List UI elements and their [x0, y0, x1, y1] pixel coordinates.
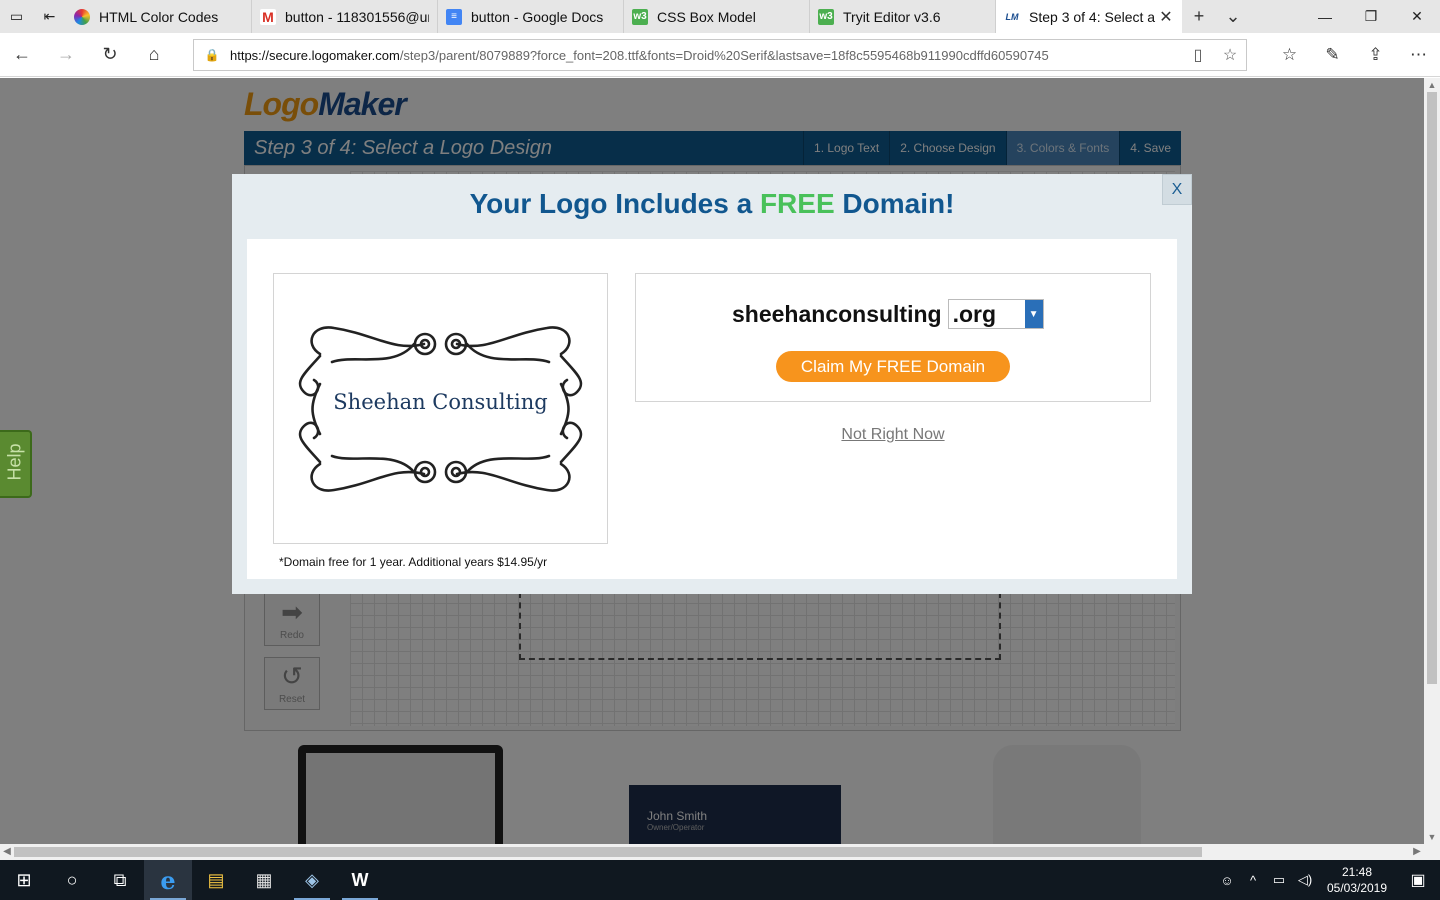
title-part2: Domain! — [834, 188, 955, 219]
forward-button[interactable]: → — [44, 33, 88, 77]
favorites-hub-icon[interactable]: ☆ — [1268, 45, 1311, 65]
volume-icon[interactable]: ◁) — [1292, 872, 1318, 888]
not-right-now-link[interactable]: Not Right Now — [635, 426, 1151, 444]
tab-gmail[interactable]: M button - 118301556@um — [252, 0, 438, 33]
close-window-button[interactable]: ✕ — [1394, 0, 1440, 33]
tld-selected-value: .org — [952, 300, 997, 327]
tab-google-docs[interactable]: ≡ button - Google Docs — [438, 0, 624, 33]
gmail-icon: M — [260, 8, 276, 25]
modal-title: Your Logo Includes a FREE Domain! — [232, 188, 1192, 220]
title-part1: Your Logo Includes a — [469, 188, 760, 219]
windows-taskbar: ⊞ ○ ⧉ e ▤ ▦ ◈ W ☺ ^ ▭ ◁) 21:48 05/03/201… — [0, 860, 1440, 900]
back-button[interactable]: ← — [0, 33, 44, 77]
vertical-scroll-thumb[interactable] — [1427, 92, 1437, 684]
store-icon[interactable]: ▦ — [240, 860, 288, 900]
help-tab[interactable]: Help — [0, 430, 32, 498]
w3schools-icon: w3 — [818, 8, 834, 25]
domain-claim-box: sheehanconsulting .org ▼ Claim My FREE D… — [635, 273, 1151, 402]
edge-icon[interactable]: e — [144, 860, 192, 900]
3d-app-icon[interactable]: ◈ — [288, 860, 336, 900]
browser-toolbar: ← → ↻ ⌂ 🔒 https://secure.logomaker.com/s… — [0, 33, 1440, 77]
notification-center-icon[interactable]: ▣ — [1396, 870, 1440, 890]
tab-list-chevron-icon[interactable]: ⌄ — [1216, 6, 1250, 27]
task-view-icon[interactable]: ⧉ — [96, 860, 144, 900]
free-domain-modal: X Your Logo Includes a FREE Domain! Shee… — [232, 174, 1192, 594]
minimize-button[interactable]: — — [1302, 0, 1348, 33]
start-button[interactable]: ⊞ — [0, 860, 48, 900]
tld-select[interactable]: .org ▼ — [947, 299, 1044, 329]
url-path: /step3/parent/8079889?force_font=208.ttf… — [399, 47, 1049, 63]
logo-preview: Sheehan Consulting — [273, 273, 608, 544]
tab-css-box-model[interactable]: w3 CSS Box Model — [624, 0, 810, 33]
tab-label: HTML Color Codes — [99, 8, 219, 25]
address-bar[interactable]: 🔒 https://secure.logomaker.com/step3/par… — [193, 39, 1247, 71]
tab-label: Tryit Editor v3.6 — [843, 8, 941, 25]
docs-icon: ≡ — [446, 8, 462, 25]
url-text[interactable]: https://secure.logomaker.com/step3/paren… — [230, 48, 1182, 63]
search-icon[interactable]: ○ — [48, 860, 96, 900]
tab-logomaker[interactable]: LM Step 3 of 4: Select a l ✕ — [996, 0, 1182, 33]
set-aside-tabs-icon[interactable]: ⇤ — [33, 0, 66, 33]
refresh-button[interactable]: ↻ — [88, 33, 132, 77]
tab-label: button - 118301556@um — [285, 8, 429, 25]
vertical-scrollbar[interactable]: ▲ ▼ — [1424, 78, 1440, 844]
scroll-down-arrow-icon[interactable]: ▼ — [1424, 832, 1440, 842]
domain-name: sheehanconsulting — [732, 300, 942, 327]
file-explorer-icon[interactable]: ▤ — [192, 860, 240, 900]
people-icon[interactable]: ☺ — [1214, 873, 1240, 888]
chevron-up-icon[interactable]: ^ — [1240, 873, 1266, 888]
url-host: https://secure.logomaker.com — [230, 47, 400, 63]
clock-time: 21:48 — [1341, 865, 1373, 879]
modal-body: Sheehan Consulting sheehanconsulting .or… — [247, 239, 1177, 579]
system-tray: ☺ ^ ▭ ◁) 21:48 05/03/2019 ▣ — [1214, 864, 1440, 896]
tab-manager-icon[interactable]: ▭ — [0, 0, 33, 33]
lock-icon: 🔒 — [204, 48, 220, 62]
help-label: Help — [4, 443, 25, 481]
favorite-star-icon[interactable]: ☆ — [1214, 45, 1246, 65]
pen-icon[interactable]: ✎ — [1311, 45, 1354, 65]
w3schools-icon: w3 — [632, 8, 648, 25]
home-button[interactable]: ⌂ — [132, 33, 176, 77]
browser-tab-strip: ▭ ⇤ HTML Color Codes M button - 11830155… — [0, 0, 1440, 33]
scroll-right-arrow-icon[interactable]: ▶ — [1410, 844, 1424, 860]
horizontal-scrollbar[interactable]: ◀ ▶ — [0, 844, 1440, 860]
clock[interactable]: 21:48 05/03/2019 — [1318, 864, 1396, 896]
tab-label: button - Google Docs — [471, 8, 604, 25]
reading-view-icon[interactable]: ▯ — [1182, 45, 1214, 65]
restore-button[interactable]: ❐ — [1348, 0, 1394, 33]
domain-footnote: *Domain free for 1 year. Additional year… — [279, 555, 548, 569]
new-tab-button[interactable]: + — [1182, 6, 1216, 27]
scroll-left-arrow-icon[interactable]: ◀ — [0, 844, 14, 860]
tab-tryit-editor[interactable]: w3 Tryit Editor v3.6 — [810, 0, 996, 33]
tab-html-color-codes[interactable]: HTML Color Codes — [66, 0, 252, 33]
domain-row: sheehanconsulting .org ▼ — [732, 299, 1044, 329]
share-icon[interactable]: ⇪ — [1354, 45, 1397, 65]
chevron-down-icon[interactable]: ▼ — [1024, 300, 1043, 328]
horizontal-scroll-thumb[interactable] — [14, 847, 1202, 857]
page-viewport: LogoMaker Step 3 of 4: Select a Logo Des… — [0, 78, 1424, 844]
network-icon[interactable]: ▭ — [1266, 872, 1292, 888]
clock-date: 05/03/2019 — [1326, 881, 1388, 895]
close-tab-icon[interactable]: ✕ — [1158, 7, 1174, 27]
word-icon[interactable]: W — [336, 860, 384, 900]
scroll-up-arrow-icon[interactable]: ▲ — [1424, 80, 1440, 90]
tab-label: CSS Box Model — [657, 8, 756, 25]
more-icon[interactable]: ⋯ — [1397, 45, 1440, 65]
color-wheel-icon — [74, 8, 90, 25]
title-free: FREE — [759, 188, 835, 219]
logo-preview-text: Sheehan Consulting — [333, 390, 548, 414]
logomaker-icon: LM — [1004, 8, 1020, 25]
claim-free-domain-button[interactable]: Claim My FREE Domain — [776, 351, 1010, 382]
tab-label: Step 3 of 4: Select a l — [1029, 8, 1158, 25]
